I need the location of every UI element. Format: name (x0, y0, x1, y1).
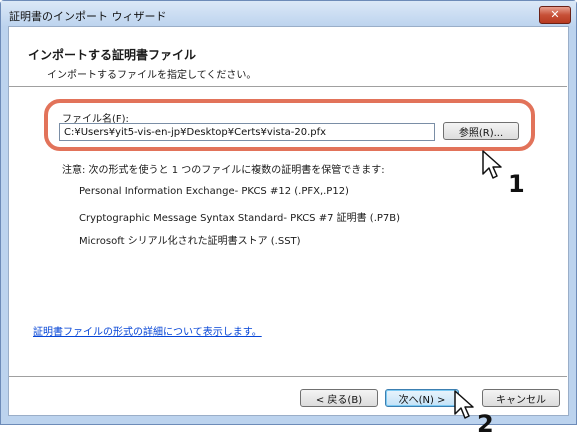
step-number-2: 2 (477, 410, 494, 438)
format-item-sst: Microsoft シリアル化された証明書ストア (.SST) (79, 236, 301, 247)
next-button[interactable]: 次へ(N) > (385, 389, 459, 407)
window-title: 証明書のインポート ウィザード (9, 10, 167, 23)
back-button[interactable]: < 戻る(B) (300, 389, 378, 407)
format-item-pfx: Personal Information Exchange- PKCS #12 … (79, 186, 349, 197)
close-icon: ✕ (550, 8, 560, 21)
footer-divider (9, 376, 567, 378)
page-subtitle: インポートするファイルを指定してください。 (47, 70, 257, 81)
format-details-link[interactable]: 証明書ファイルの形式の詳細について表示します。 (33, 323, 262, 338)
close-button[interactable]: ✕ (539, 6, 571, 24)
header-divider (9, 86, 567, 88)
format-item-p7b: Cryptographic Message Syntax Standard- P… (79, 213, 401, 224)
title-bar: 証明書のインポート ウィザード ✕ (1, 1, 576, 27)
step-number-1: 1 (508, 170, 525, 198)
page-title: インポートする証明書ファイル (28, 48, 197, 62)
format-note: 注意: 次の形式を使うと 1 つのファイルに複数の証明書を保管できます: (62, 165, 385, 176)
mouse-pointer-icon (482, 150, 502, 179)
highlight-annotation (44, 99, 535, 151)
mouse-pointer-icon (454, 390, 474, 419)
cancel-button[interactable]: キャンセル (482, 389, 560, 407)
